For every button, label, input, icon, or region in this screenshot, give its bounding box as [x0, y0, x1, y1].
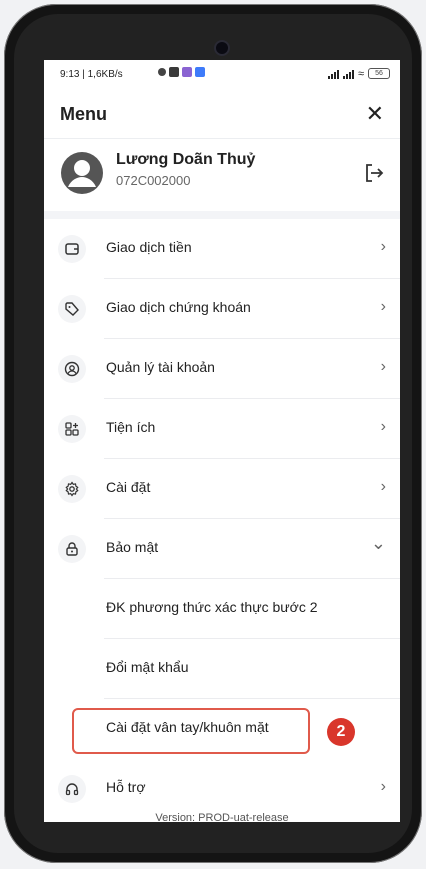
menu-item-stock-transactions[interactable]: Giao dịch chứng khoán ›: [44, 279, 400, 339]
notification-icons: [158, 67, 205, 77]
user-name: Lương Doãn Thuỷ: [116, 151, 256, 168]
menu-item-account-management[interactable]: Quản lý tài khoản ›: [44, 339, 400, 399]
app-screen: 9:13 | 1,6KB/s ≈ 56 Menu ✕ Lương Doãn Th…: [44, 60, 400, 822]
menu-item-label: Cài đặt: [106, 479, 151, 495]
page-title: Menu: [60, 104, 107, 124]
avatar: [61, 152, 103, 194]
status-bar: 9:13 | 1,6KB/s ≈ 56: [44, 60, 400, 92]
tag-icon: [58, 295, 86, 323]
status-time: 9:13 | 1,6KB/s: [60, 69, 123, 80]
menu-item-label: Giao dịch chứng khoán: [106, 299, 251, 315]
notification-icon: [195, 67, 205, 77]
signal-icon: [327, 70, 339, 79]
wallet-icon: [58, 235, 86, 263]
highlight-box: [72, 708, 310, 754]
menu-item-money-transactions[interactable]: Giao dịch tiền ›: [44, 219, 400, 279]
chevron-right-icon: ›: [380, 418, 386, 435]
user-circle-icon: [58, 355, 86, 383]
gear-icon: [58, 475, 86, 503]
grid-plus-icon: [58, 415, 86, 443]
submenu-item-change-password[interactable]: Đổi mật khẩu: [44, 639, 400, 699]
chevron-right-icon: ›: [380, 238, 386, 255]
submenu-item-label: Đổi mật khẩu: [106, 659, 189, 675]
account-id: 072C002000: [116, 173, 191, 188]
chevron-right-icon: ›: [380, 778, 386, 795]
chevron-down-icon: ⌄: [370, 533, 386, 553]
logout-icon[interactable]: [362, 161, 386, 185]
notification-icon: [158, 68, 166, 76]
step-badge: 2: [327, 718, 355, 746]
menu-item-support[interactable]: Hỗ trợ ›: [44, 759, 400, 819]
signal-icon: [342, 70, 354, 79]
menu-item-label: Bảo mật: [106, 539, 159, 555]
close-icon[interactable]: ✕: [366, 103, 384, 125]
headset-icon: [58, 775, 86, 803]
status-icons: ≈ 56: [327, 68, 390, 80]
notification-icon: [169, 67, 179, 77]
battery-icon: 56: [368, 68, 390, 79]
submenu-item-label: ĐK phương thức xác thực bước 2: [106, 599, 318, 615]
version-text: Version: PROD-uat-release: [155, 812, 289, 822]
menu-item-security[interactable]: Bảo mật ⌄: [44, 519, 400, 579]
menu-item-label: Giao dịch tiền: [106, 239, 192, 255]
profile-card[interactable]: Lương Doãn Thuỷ 072C002000: [44, 139, 400, 211]
chevron-right-icon: ›: [380, 358, 386, 375]
menu-item-label: Quản lý tài khoản: [106, 359, 215, 375]
notification-icon: [182, 67, 192, 77]
menu-item-label: Hỗ trợ: [106, 779, 146, 795]
camera-icon: [216, 42, 228, 54]
section-divider: [44, 211, 400, 219]
lock-icon: [58, 535, 86, 563]
wifi-icon: ≈: [357, 68, 364, 80]
chevron-right-icon: ›: [380, 298, 386, 315]
header-bar: Menu ✕: [44, 92, 400, 139]
chevron-right-icon: ›: [380, 478, 386, 495]
submenu-item-2fa-registration[interactable]: ĐK phương thức xác thực bước 2: [44, 579, 400, 639]
menu-item-label: Tiện ích: [106, 419, 156, 435]
menu-item-utilities[interactable]: Tiện ích ›: [44, 399, 400, 459]
menu-item-settings[interactable]: Cài đặt ›: [44, 459, 400, 519]
